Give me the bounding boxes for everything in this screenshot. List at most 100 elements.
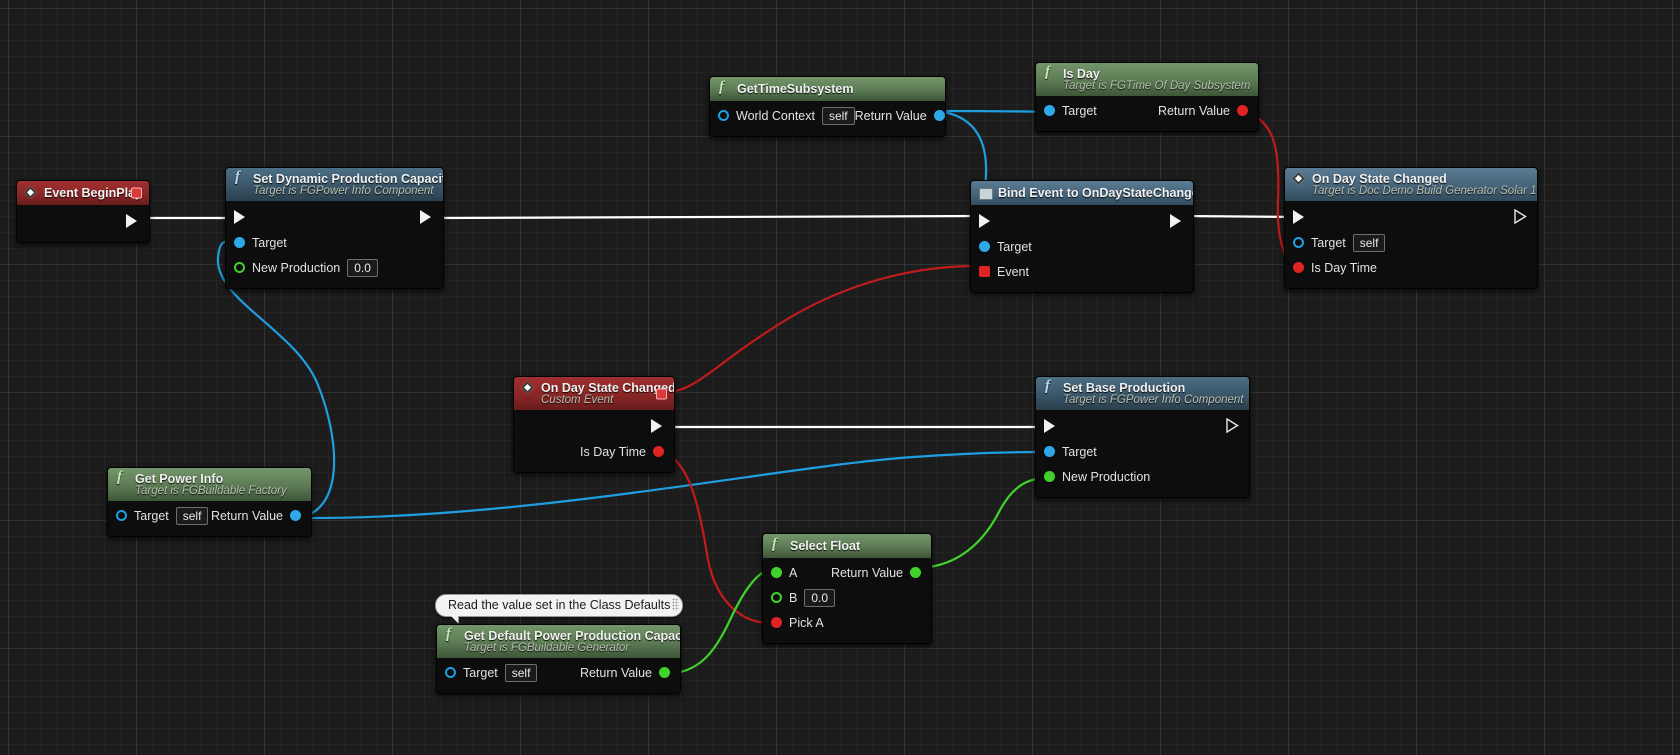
node-select-float[interactable]: Select Float A Return Value B 0.0 [762, 533, 932, 644]
pin-row-target[interactable]: Target [971, 234, 1193, 259]
return-value-pin-wrap[interactable]: Return Value [211, 509, 301, 523]
node-header[interactable]: Bind Event to OnDayStateChanged [971, 181, 1193, 205]
node-on-day-state-changed-call[interactable]: On Day State Changed Target is Doc Demo … [1284, 167, 1538, 289]
pin-row-target[interactable]: Target self [1285, 230, 1537, 255]
return-value-pin-wrap[interactable]: Return Value [580, 666, 670, 680]
object-pin-icon[interactable] [116, 510, 127, 521]
world-context-value-input[interactable]: self [821, 106, 855, 125]
pin-row-target[interactable]: Target self Return Value [437, 660, 680, 685]
pick-a-pin-wrap[interactable]: Pick A [771, 616, 824, 630]
pin-row-exec[interactable] [1036, 412, 1249, 439]
b-value-input[interactable]: 0.0 [804, 588, 836, 607]
node-header[interactable]: Get Default Power Production Capacity Ta… [437, 625, 680, 658]
node-bind-event-to-on-day-state-changed[interactable]: Bind Event to OnDayStateChanged Target E… [970, 180, 1194, 293]
pin-row-target[interactable]: Target Return Value [1036, 98, 1258, 123]
target-pin-wrap[interactable]: Target self [445, 663, 538, 682]
boolean-pin-icon[interactable] [1237, 105, 1248, 116]
node-event-begin-play[interactable]: Event BeginPlay [16, 180, 150, 243]
exec-out-pin-icon[interactable] [651, 418, 664, 433]
target-pin-wrap[interactable]: Target self [116, 506, 209, 525]
pin-row-is-day-time[interactable]: Is Day Time [514, 439, 674, 464]
new-production-value-input[interactable]: 0.0 [347, 258, 378, 277]
pin-row-exec[interactable] [971, 207, 1193, 234]
node-get-time-subsystem[interactable]: GetTimeSubsystem World Context self Retu… [709, 76, 946, 137]
exec-out-pin-wrap[interactable] [1170, 213, 1183, 228]
float-pin-icon[interactable] [234, 262, 245, 273]
target-pin-wrap[interactable]: Target self [1293, 233, 1386, 252]
exec-out-pin-icon[interactable] [1170, 213, 1183, 228]
exec-out-pin-icon[interactable] [1226, 418, 1239, 433]
target-pin-wrap[interactable]: Target [1044, 445, 1097, 459]
pin-row-b[interactable]: B 0.0 [763, 585, 931, 610]
float-pin-icon[interactable] [910, 567, 921, 578]
pin-row-new-production[interactable]: New Production 0.0 [226, 255, 443, 280]
return-value-pin-wrap[interactable]: Return Value [1158, 104, 1248, 118]
new-production-pin-wrap[interactable]: New Production 0.0 [234, 258, 378, 277]
float-pin-icon[interactable] [1044, 471, 1055, 482]
exec-in-pin-icon[interactable] [1293, 209, 1306, 224]
object-pin-icon[interactable] [234, 237, 245, 248]
node-get-power-info[interactable]: Get Power Info Target is FGBuildable Fac… [107, 467, 312, 537]
boolean-pin-icon[interactable] [1293, 262, 1304, 273]
exec-in-pin-wrap[interactable] [979, 213, 992, 228]
exec-out-pin-wrap[interactable] [651, 418, 664, 433]
exec-in-pin-icon[interactable] [1044, 418, 1057, 433]
exec-out-pin-icon[interactable] [1514, 209, 1527, 224]
pin-row-new-production[interactable]: New Production [1036, 464, 1249, 489]
b-pin-wrap[interactable]: B 0.0 [771, 588, 836, 607]
exec-in-pin-wrap[interactable] [234, 209, 247, 224]
exec-out-pin-icon[interactable] [420, 209, 433, 224]
comment-bubble-class-defaults[interactable]: Read the value set in the Class Defaults [435, 594, 684, 623]
exec-in-pin-icon[interactable] [979, 213, 992, 228]
target-value-input[interactable]: self [504, 663, 538, 682]
float-pin-icon[interactable] [771, 592, 782, 603]
is-day-time-pin-wrap[interactable]: Is Day Time [1293, 261, 1377, 275]
object-pin-icon[interactable] [1044, 446, 1055, 457]
node-header[interactable]: On Day State Changed Target is Doc Demo … [1285, 168, 1537, 201]
node-header[interactable]: Is Day Target is FGTime Of Day Subsystem [1036, 63, 1258, 96]
event-breakpoint-icon[interactable] [131, 187, 142, 199]
pin-row-is-day-time[interactable]: Is Day Time [1285, 255, 1537, 280]
object-pin-icon[interactable] [1044, 105, 1055, 116]
boolean-pin-icon[interactable] [771, 617, 782, 628]
blueprint-event-graph[interactable]: Event BeginPlay Set Dynamic Production C… [0, 0, 1680, 755]
comment-resize-grip[interactable] [672, 598, 680, 611]
event-pin-wrap[interactable]: Event [979, 265, 1029, 279]
node-header[interactable]: Select Float [763, 534, 931, 558]
object-pin-icon[interactable] [933, 110, 945, 121]
return-value-pin-wrap[interactable]: Return Value [831, 566, 921, 580]
target-value-input[interactable]: self [1352, 233, 1386, 252]
pin-row-target[interactable]: Target self Return Value [108, 503, 311, 528]
node-header[interactable]: Get Power Info Target is FGBuildable Fac… [108, 468, 311, 501]
world-context-pin-wrap[interactable]: World Context self [718, 106, 855, 125]
node-set-base-production[interactable]: Set Base Production Target is FGPower In… [1035, 376, 1250, 498]
object-pin-icon[interactable] [979, 241, 990, 252]
exec-out-pin-wrap[interactable] [1226, 418, 1239, 433]
exec-in-pin-wrap[interactable] [1293, 209, 1306, 224]
node-header[interactable]: Set Base Production Target is FGPower In… [1036, 377, 1249, 410]
node-get-default-power-production-capacity[interactable]: Get Default Power Production Capacity Ta… [436, 624, 681, 694]
exec-out-pin-wrap[interactable] [1514, 209, 1527, 224]
node-on-day-state-changed-custom-event[interactable]: On Day State Changed Custom Event Is Day… [513, 376, 675, 473]
boolean-pin-icon[interactable] [653, 446, 664, 457]
node-set-dynamic-production-capacity[interactable]: Set Dynamic Production Capacity Target i… [225, 167, 444, 289]
target-pin-wrap[interactable]: Target [1044, 104, 1097, 118]
pin-row-target[interactable]: Target [226, 230, 443, 255]
exec-in-pin-icon[interactable] [234, 209, 247, 224]
pin-row-world-context[interactable]: World Context self Return Value [710, 103, 945, 128]
pin-row-pick-a[interactable]: Pick A [763, 610, 931, 635]
pin-row-a[interactable]: A Return Value [763, 560, 931, 585]
return-value-pin-wrap[interactable]: Return Value [855, 109, 945, 123]
a-pin-wrap[interactable]: A [771, 566, 797, 580]
is-day-time-pin-wrap[interactable]: Is Day Time [580, 445, 664, 459]
node-header[interactable]: Event BeginPlay [17, 181, 149, 205]
pin-row-event[interactable]: Event [971, 259, 1193, 284]
node-header[interactable]: Set Dynamic Production Capacity Target i… [226, 168, 443, 201]
exec-in-pin-wrap[interactable] [1044, 418, 1057, 433]
exec-out-pin-wrap[interactable] [420, 209, 433, 224]
object-pin-icon[interactable] [445, 667, 456, 678]
node-is-day[interactable]: Is Day Target is FGTime Of Day Subsystem… [1035, 62, 1259, 132]
object-pin-icon[interactable] [718, 110, 729, 121]
event-breakpoint-icon[interactable] [656, 388, 667, 399]
node-header[interactable]: On Day State Changed Custom Event [514, 377, 674, 410]
